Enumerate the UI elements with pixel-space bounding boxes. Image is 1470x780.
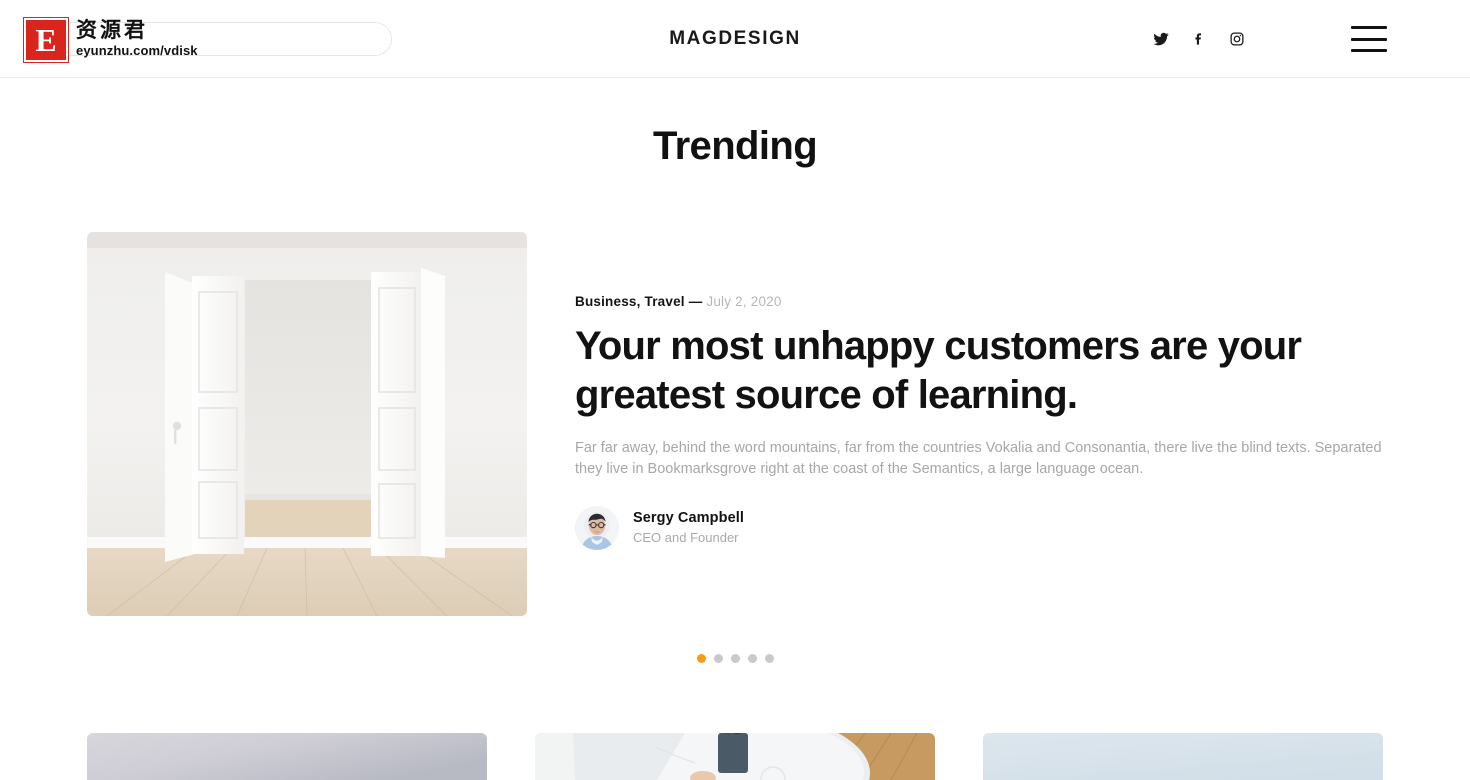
post-author: Sergy Campbell CEO and Founder (575, 505, 1387, 550)
social-links (1152, 0, 1246, 78)
hamburger-menu-icon[interactable] (1351, 26, 1387, 52)
site-logo-text[interactable]: MAGDESIGN (669, 28, 801, 50)
author-info: Sergy Campbell CEO and Founder (633, 509, 744, 546)
author-role: CEO and Founder (633, 529, 739, 545)
instagram-icon[interactable] (1228, 30, 1246, 48)
search-box[interactable] (30, 22, 392, 56)
trending-hero: Business, Travel — July 2, 2020 Your mos… (87, 232, 1383, 616)
carousel-dots (0, 654, 1470, 663)
hero-image[interactable] (87, 232, 527, 616)
carousel-dot-5[interactable] (764, 654, 774, 663)
post-meta: Business, Travel — July 2, 2020 (575, 294, 1387, 310)
post-date: July 2, 2020 (706, 294, 782, 309)
page-root: MAGDESIGN E 资源君 eyunzhu.com/vdisk Trendi… (0, 0, 1470, 780)
post-cards-row (0, 733, 1470, 780)
facebook-icon[interactable] (1190, 30, 1208, 48)
carousel-dot-3[interactable] (730, 654, 740, 663)
hamburger-bar-1 (1351, 26, 1387, 29)
page-title: Trending (652, 124, 818, 168)
avatar (575, 505, 619, 550)
twitter-icon[interactable] (1152, 30, 1170, 48)
site-header: MAGDESIGN (0, 0, 1470, 78)
hero-content: Business, Travel — July 2, 2020 Your mos… (575, 294, 1387, 550)
carousel-dot-4[interactable] (747, 654, 757, 663)
carousel-dot-1[interactable] (696, 654, 706, 663)
search-input[interactable] (30, 22, 392, 56)
post-title[interactable]: Your most unhappy customers are your gre… (575, 322, 1387, 420)
post-card-1[interactable] (87, 733, 487, 780)
post-categories[interactable]: Business, Travel (575, 294, 685, 309)
meta-separator: — (688, 294, 703, 309)
hamburger-bar-3 (1351, 49, 1387, 52)
post-card-2[interactable] (535, 733, 935, 780)
author-name[interactable]: Sergy Campbell (633, 509, 744, 527)
post-excerpt: Far far away, behind the word mountains,… (575, 439, 1382, 477)
carousel-dot-2[interactable] (713, 654, 723, 663)
hamburger-bar-2 (1351, 37, 1387, 41)
post-card-3[interactable] (983, 733, 1383, 780)
